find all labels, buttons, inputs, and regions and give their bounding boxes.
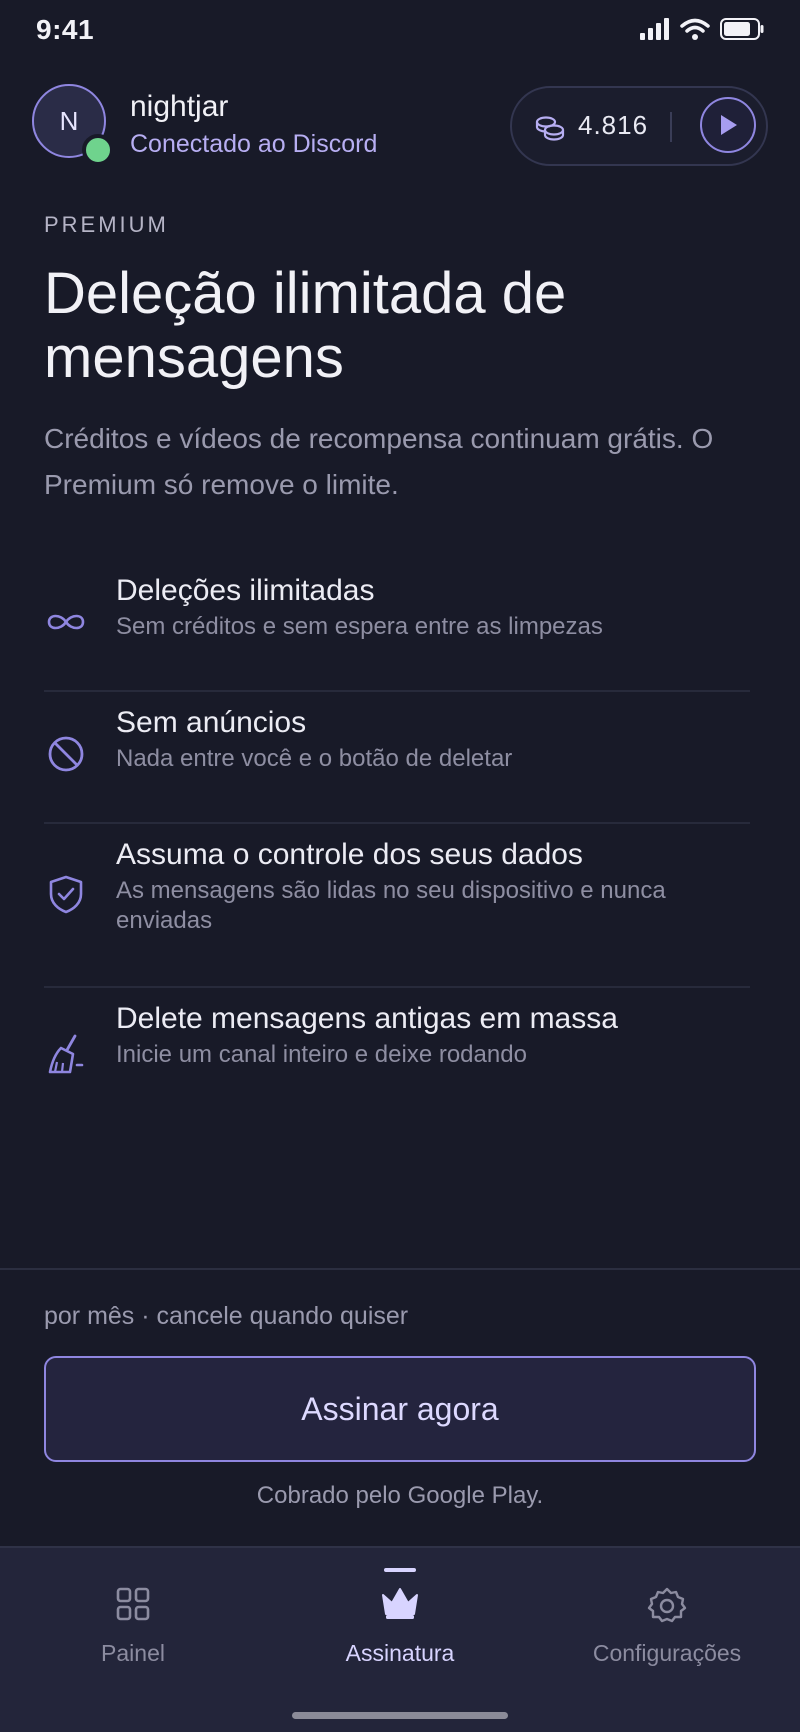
no-ads-icon [48, 736, 84, 772]
watch-reward-video-button[interactable] [700, 97, 756, 153]
feature-description: Sem créditos e sem espera entre as limpe… [116, 613, 603, 640]
feature-list: Deleções ilimitadas Sem créditos e sem e… [44, 572, 750, 1108]
subscribe-button[interactable]: Assinar agora [44, 1356, 756, 1462]
tab-label: Configurações [592, 1640, 742, 1666]
feature-description: Inicie um canal inteiro e deixe rodando [116, 1041, 527, 1068]
tab-painel[interactable]: Painel [0, 1548, 266, 1688]
profile-header: N nightjar Conectado ao Discord 4.816 [32, 84, 768, 166]
plan-eyebrow: PREMIUM [44, 212, 169, 237]
purchase-panel: por mês · cancele quando quiser Assinar … [0, 1268, 800, 1546]
home-indicator[interactable] [292, 1712, 508, 1719]
shield-check-icon [49, 875, 83, 914]
feature-description: As mensagens são lidas no seu dispositiv… [116, 877, 666, 934]
online-status-dot [82, 134, 114, 166]
pill-divider [670, 112, 672, 142]
tab-label: Painel [101, 1640, 165, 1666]
feature-title: Delete mensagens antigas em massa [116, 1002, 618, 1035]
coins-icon [535, 116, 565, 141]
wifi-icon [680, 18, 710, 40]
feature-title: Sem anúncios [116, 706, 307, 739]
page-title: Deleção ilimitada de mensagens [44, 261, 567, 390]
play-icon [721, 115, 737, 135]
infinity-icon [47, 614, 85, 630]
feature-description: Nada entre você e o botão de deletar [116, 745, 513, 772]
feature-item: Sem anúncios Nada entre você e o botão d… [44, 692, 750, 824]
connection-status: Conectado ao Discord [130, 130, 378, 158]
status-bar: 9:41 [0, 0, 800, 60]
credits-value: 4.816 [578, 110, 649, 140]
feature-item: Deleções ilimitadas Sem créditos e sem e… [44, 572, 750, 692]
feature-item: Delete mensagens antigas em massa Inicie… [44, 988, 750, 1108]
price-note: por mês · cancele quando quiser [44, 1302, 409, 1330]
gear-icon [647, 1587, 687, 1623]
feature-item: Assuma o controle dos seus dados As mens… [44, 824, 750, 988]
tab-label: Assinatura [345, 1640, 455, 1666]
feature-title: Deleções ilimitadas [116, 574, 375, 607]
billing-note: Cobrado pelo Google Play. [256, 1482, 544, 1509]
credits-pill[interactable]: 4.816 [510, 86, 768, 166]
crown-icon [382, 1588, 418, 1619]
grid-icon [116, 1587, 150, 1621]
avatar-initial: N [59, 105, 79, 136]
status-icons [640, 18, 764, 40]
tab-assinatura[interactable]: Assinatura [267, 1548, 533, 1688]
page-subtitle: Créditos e vídeos de recompensa continua… [44, 423, 714, 500]
broom-icon [48, 1034, 84, 1074]
username: nightjar [130, 90, 229, 123]
active-tab-indicator [384, 1568, 416, 1572]
battery-icon [720, 18, 764, 40]
feature-title: Assuma o controle dos seus dados [116, 838, 583, 871]
cellular-signal-icon [640, 18, 669, 40]
tab-configuracoes[interactable]: Configurações [534, 1548, 800, 1688]
status-time: 9:41 [36, 14, 95, 45]
bottom-tab-bar: Painel Assinatura Configurações [0, 1546, 800, 1732]
